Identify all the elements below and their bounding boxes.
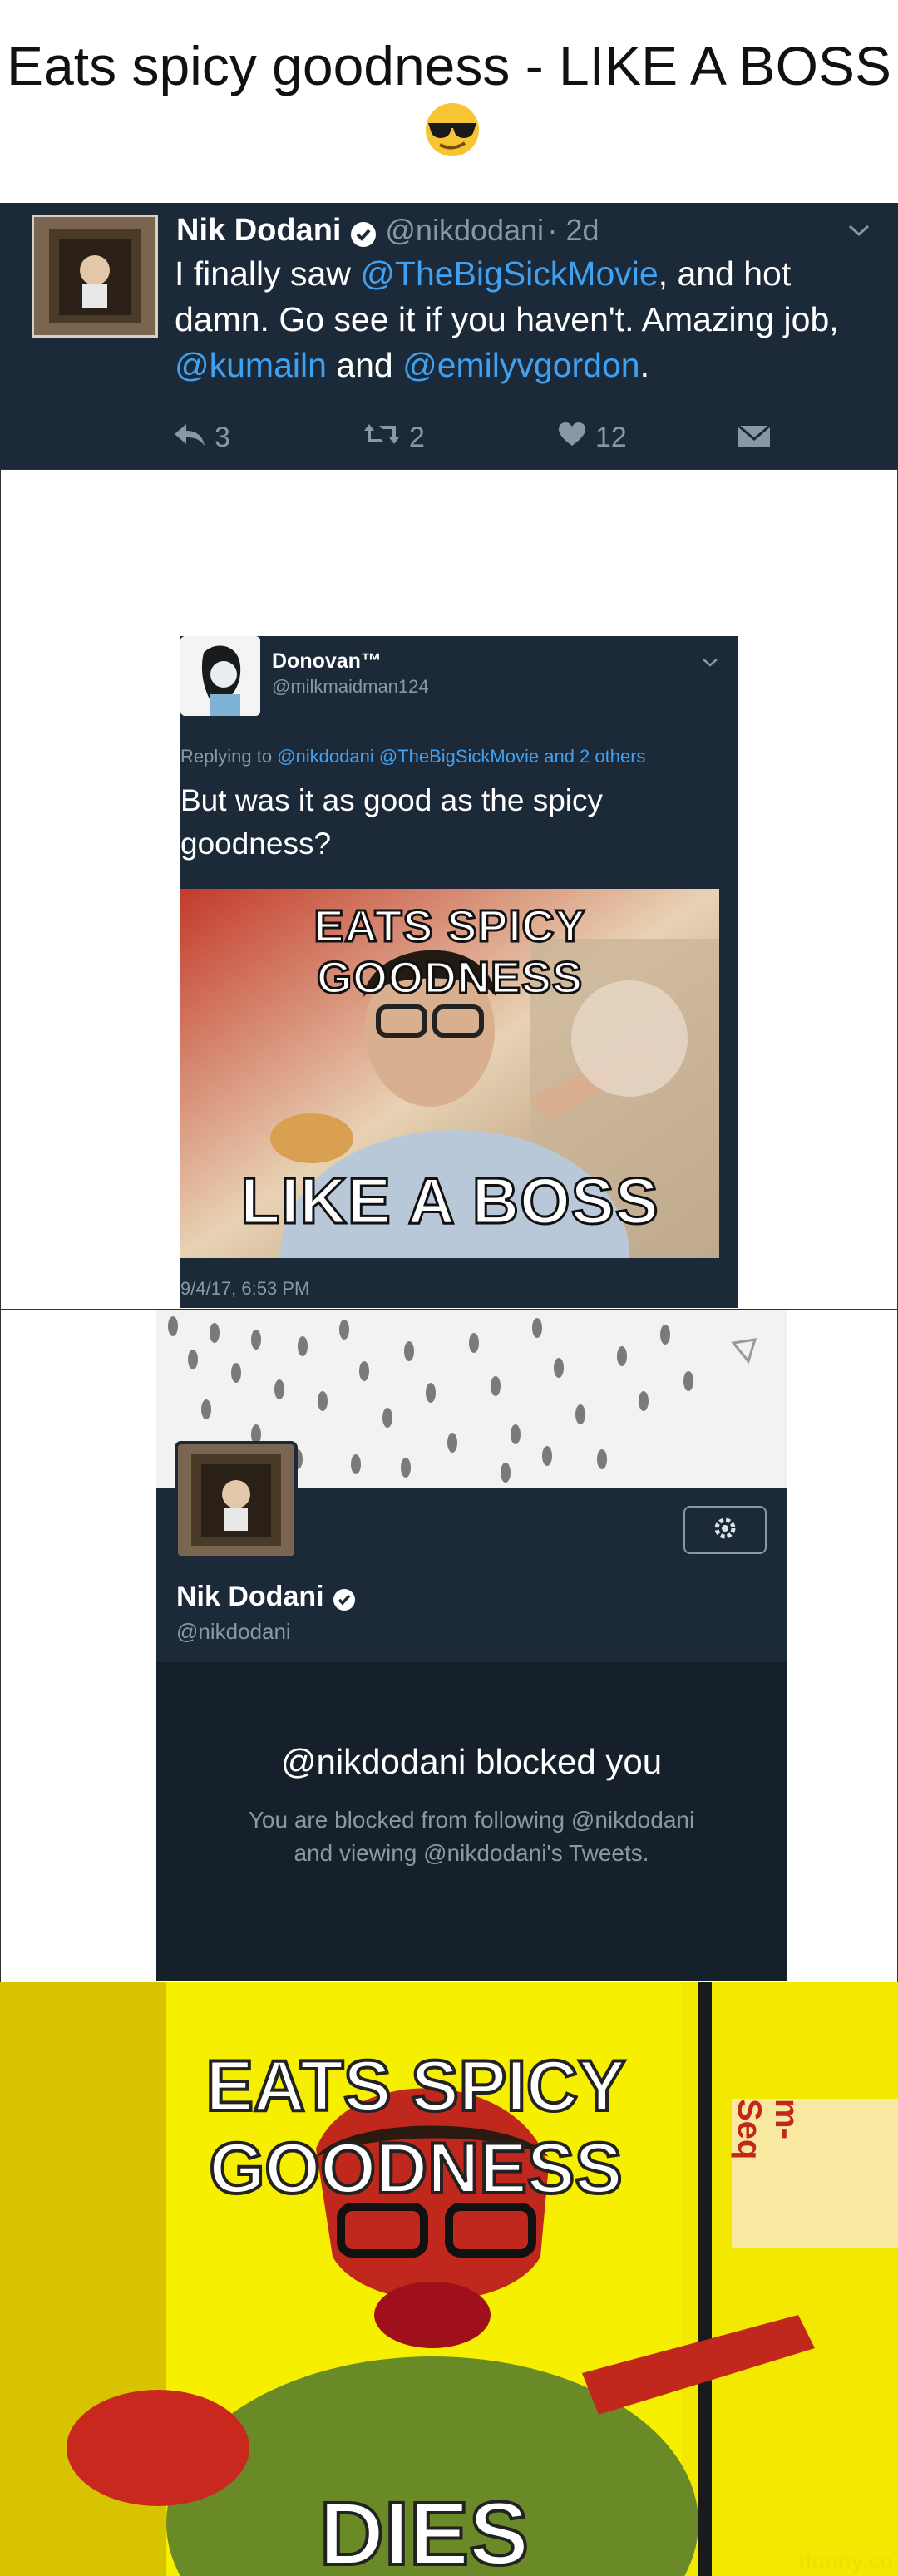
heart-icon bbox=[557, 421, 587, 455]
avatar[interactable] bbox=[32, 215, 158, 338]
profile-avatar[interactable] bbox=[175, 1441, 298, 1559]
deep-fried-meme[interactable]: EATS SPICY GOODNESS m-Seq DIES ifunny.co bbox=[0, 1982, 898, 2576]
retweet-button[interactable]: 2 bbox=[363, 421, 425, 455]
reply-author-handle[interactable]: @milkmaidman124 bbox=[272, 676, 429, 698]
reply-timestamp: 9/4/17, 6:53 PM bbox=[180, 1278, 310, 1299]
verified-badge-icon bbox=[333, 1588, 356, 1616]
watermark: ifunny.co bbox=[798, 2549, 893, 2574]
tweet-author-name[interactable]: Nik Dodani bbox=[176, 213, 341, 248]
fried-bottom-caption: DIES bbox=[318, 2481, 530, 2576]
tweet-text: I finally saw @TheBigSickMovie, and hot … bbox=[175, 254, 839, 384]
gear-icon bbox=[711, 1514, 739, 1547]
retweet-icon bbox=[363, 421, 401, 455]
meme-top-caption: EATS SPICY GOODNESS bbox=[313, 901, 586, 1004]
reply-button[interactable]: 3 bbox=[171, 421, 230, 455]
reply-author-name[interactable]: Donovan™ bbox=[272, 649, 382, 674]
blocked-profile: Nik Dodani @nikdodani @nikdodani blocked… bbox=[156, 1310, 787, 1981]
mention-link[interactable]: @TheBigSickMovie bbox=[360, 254, 658, 293]
tweet-card[interactable]: Nik Dodani @nikdodani · 2d I finally saw… bbox=[0, 203, 898, 469]
replying-to: Replying to @nikdodani @TheBigSickMovie … bbox=[180, 746, 646, 767]
direct-message-button[interactable] bbox=[737, 422, 772, 453]
sunglasses-emoji-icon bbox=[422, 100, 483, 171]
page-title: Eats spicy goodness - LIKE A BOSS bbox=[0, 33, 898, 171]
tweet-header: Nik Dodani @nikdodani · 2d bbox=[176, 213, 599, 252]
envelope-icon bbox=[737, 424, 772, 452]
avatar[interactable] bbox=[180, 636, 260, 716]
reply-text: But was it as good as the spicy goodness… bbox=[180, 783, 603, 861]
tweet-author-handle[interactable]: @nikdodani bbox=[385, 213, 544, 247]
chevron-down-icon[interactable] bbox=[701, 656, 719, 674]
settings-button[interactable] bbox=[683, 1506, 767, 1554]
like-button[interactable]: 12 bbox=[557, 421, 627, 455]
blocked-line-2: and viewing @nikdodani's Tweets. bbox=[294, 1840, 649, 1866]
chevron-down-icon[interactable] bbox=[846, 221, 871, 244]
side-text: m-Seq bbox=[731, 2099, 805, 2160]
mention-link[interactable]: @emilyvgordon bbox=[402, 346, 639, 384]
profile-name: Nik Dodani bbox=[176, 1581, 324, 1612]
profile-name-row: Nik Dodani bbox=[176, 1581, 356, 1616]
reply-tweet[interactable]: Donovan™ @milkmaidman124 Replying to @ni… bbox=[180, 636, 738, 1308]
blocked-line-1: You are blocked from following @nikdodan… bbox=[248, 1807, 695, 1833]
fried-top-caption: EATS SPICY GOODNESS bbox=[205, 2045, 628, 2210]
meme-bottom-caption: LIKE A BOSS bbox=[239, 1163, 660, 1239]
reply-icon bbox=[171, 421, 206, 455]
mention-link[interactable]: @kumailn bbox=[175, 346, 327, 384]
tweet-time: · 2d bbox=[547, 213, 599, 247]
blocked-title: @nikdodani blocked you bbox=[280, 1742, 663, 1781]
meme-image[interactable]: EATS SPICY GOODNESS LIKE A BOSS bbox=[180, 889, 719, 1258]
mention-link[interactable]: @nikdodani @TheBigSickMovie and 2 others bbox=[277, 746, 645, 767]
profile-handle: @nikdodani bbox=[176, 1619, 291, 1644]
blocked-section: @nikdodani blocked you You are blocked f… bbox=[156, 1662, 787, 1981]
verified-badge-icon bbox=[350, 221, 377, 252]
